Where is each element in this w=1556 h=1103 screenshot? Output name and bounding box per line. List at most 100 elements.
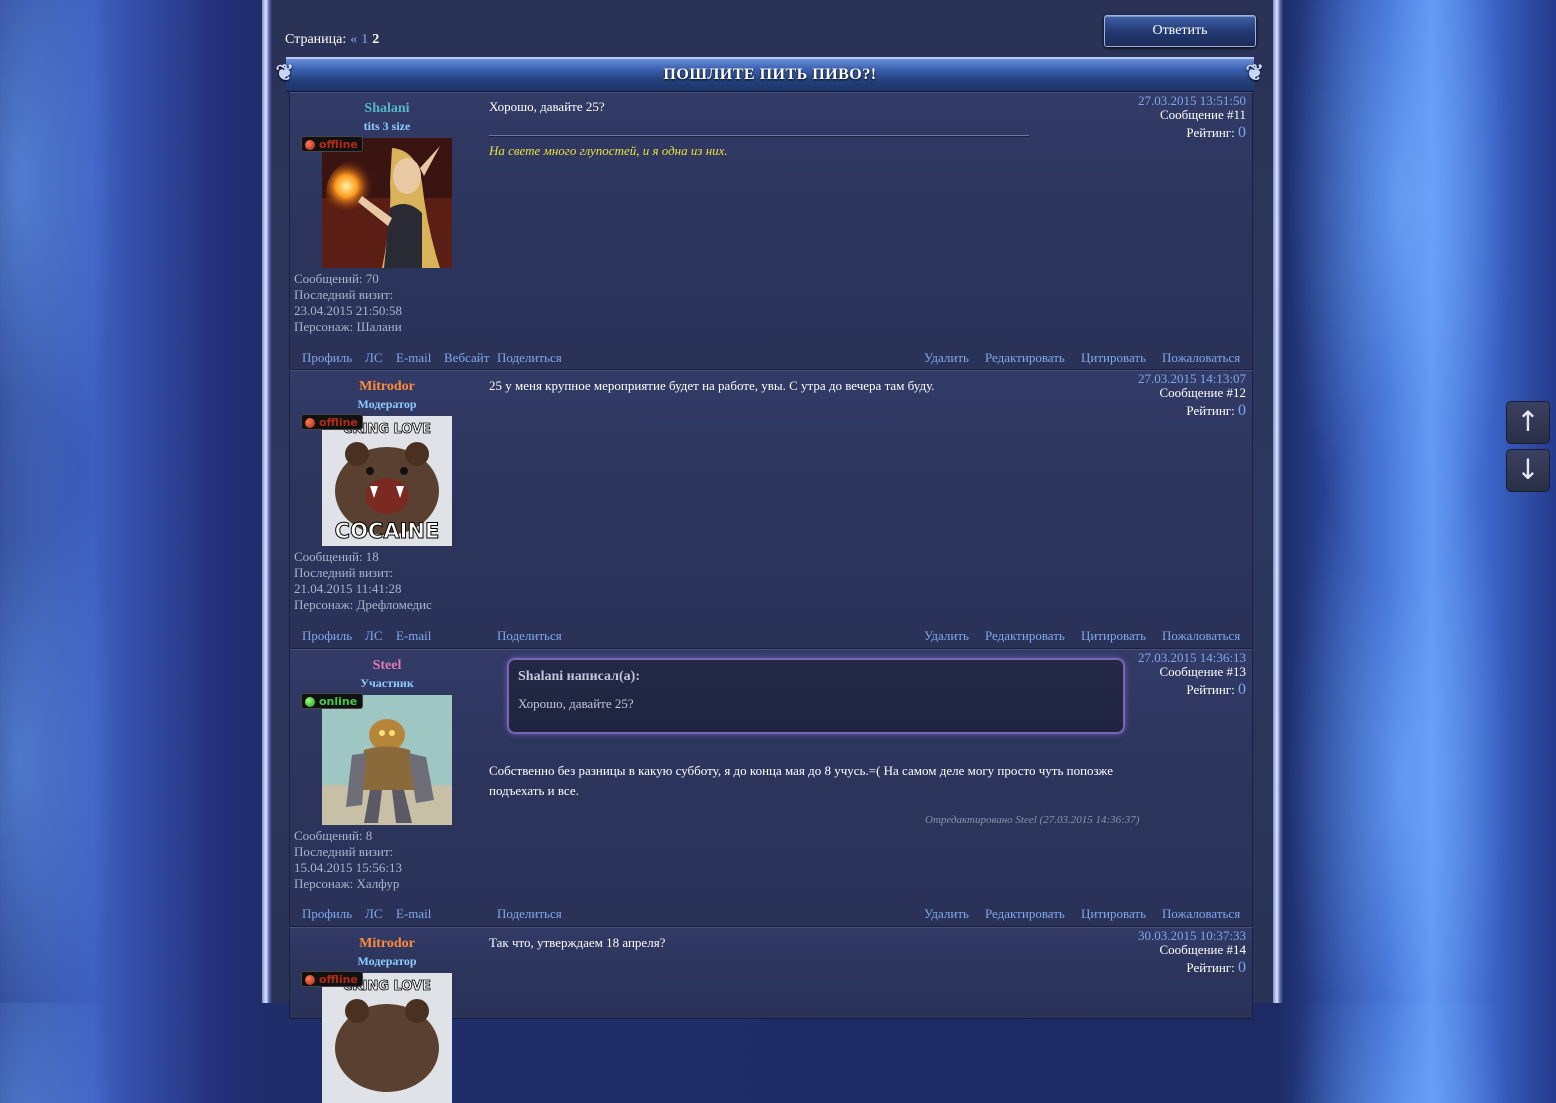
- post-text-line: подъехать и все.: [489, 783, 579, 798]
- author-stats: Сообщений: 8 Последний визит: 15.04.2015…: [294, 828, 402, 892]
- share-link[interactable]: Поделиться: [497, 350, 562, 366]
- rating-value[interactable]: 0: [1238, 402, 1246, 419]
- avatar: offline: [301, 136, 452, 268]
- prev-page-link[interactable]: «: [350, 32, 357, 47]
- post-meta: 27.03.2015 14:13:07 Сообщение #12 Рейтин…: [1138, 372, 1247, 419]
- author-rank: Модератор: [357, 954, 417, 968]
- profile-link[interactable]: Профиль: [302, 906, 352, 922]
- email-link[interactable]: E-mail: [396, 906, 431, 922]
- scroll-down-button[interactable]: ↓: [1506, 449, 1550, 492]
- bear-meme-icon: CKING LOVE: [322, 973, 452, 1103]
- rating-label: Рейтинг:: [1186, 403, 1235, 418]
- website-link[interactable]: Вебсайт: [444, 350, 489, 366]
- post-text: 25 у меня крупное мероприятие будет на р…: [489, 378, 935, 393]
- ornament-right-icon: ❦: [1245, 60, 1265, 85]
- post: Shalani tits 3 size offline Сообщений: 7…: [289, 92, 1253, 370]
- edit-link[interactable]: Редактировать: [985, 350, 1065, 366]
- offline-status-badge: offline: [301, 414, 363, 430]
- author-name[interactable]: Mitrodor: [290, 936, 484, 952]
- post-rating: Рейтинг: 0: [1138, 959, 1246, 976]
- post: Mitrodor Модератор CKING LOVE COCAINE of…: [289, 370, 1253, 649]
- author-name[interactable]: Shalani: [290, 101, 484, 117]
- post-rating: Рейтинг: 0: [1138, 402, 1246, 419]
- author-stats: Сообщений: 70 Последний визит: 23.04.201…: [294, 271, 402, 335]
- pagination-label: Страница:: [285, 32, 347, 47]
- author-message-count: Сообщений: 70: [294, 271, 379, 286]
- current-page: 2: [372, 32, 380, 47]
- page-1-link[interactable]: 1: [361, 32, 368, 47]
- ornament-left-icon: ❦: [275, 60, 295, 85]
- post-meta: 27.03.2015 13:51:50 Сообщение #11 Рейтин…: [1138, 94, 1246, 141]
- quote-block: Shalani написал(а): Хорошо, давайте 25?: [507, 658, 1125, 734]
- post-number: Сообщение #13: [1159, 664, 1247, 679]
- rating-label: Рейтинг:: [1186, 125, 1235, 140]
- post-number: Сообщение #12: [1159, 385, 1247, 400]
- post-meta: 27.03.2015 14:36:13 Сообщение #13 Рейтин…: [1138, 651, 1247, 698]
- right-frame-border: [1273, 0, 1283, 1003]
- email-link[interactable]: E-mail: [396, 350, 431, 366]
- report-link[interactable]: Пожаловаться: [1162, 906, 1240, 922]
- post-rating: Рейтинг: 0: [1138, 681, 1246, 698]
- post-date[interactable]: 27.03.2015 14:36:13: [1138, 651, 1246, 665]
- last-visit-value: 23.04.2015 21:50:58: [294, 303, 402, 318]
- quote-link[interactable]: Цитировать: [1081, 350, 1146, 366]
- delete-link[interactable]: Удалить: [924, 350, 969, 366]
- rating-value[interactable]: 0: [1238, 959, 1246, 976]
- offline-status-badge: offline: [301, 136, 363, 152]
- last-visit-value: 21.04.2015 11:41:28: [294, 581, 402, 596]
- post-date[interactable]: 27.03.2015 14:13:07: [1138, 372, 1246, 386]
- post-text: Хорошо, давайте 25?: [489, 99, 605, 114]
- author-rank: Участник: [360, 676, 414, 690]
- post-number: Сообщение #14: [1159, 942, 1247, 957]
- report-link[interactable]: Пожаловаться: [1162, 628, 1240, 644]
- author-stats: Сообщений: 18 Последний визит: 21.04.201…: [294, 549, 432, 613]
- author-name[interactable]: Mitrodor: [290, 379, 484, 395]
- pm-link[interactable]: ЛС: [365, 350, 383, 366]
- online-status-badge: online: [301, 693, 363, 709]
- pagination: Страница: « 1 2: [285, 32, 379, 48]
- delete-link[interactable]: Удалить: [924, 906, 969, 922]
- post-author-panel: Shalani tits 3 size offline: [290, 93, 484, 268]
- topic-title-bar: ❦ ПОШЛИТЕ ПИТЬ ПИВО?! ❦: [276, 57, 1264, 92]
- author-character: Персонаж: Шалани: [294, 319, 402, 334]
- post-actions: Профиль ЛС E-mail Поделиться Удалить Ред…: [290, 906, 1254, 926]
- email-link[interactable]: E-mail: [396, 628, 431, 644]
- avatar: online: [301, 693, 452, 825]
- post-author-panel: Steel Участник online: [290, 650, 484, 825]
- edit-link[interactable]: Редактировать: [985, 906, 1065, 922]
- post-rating: Рейтинг: 0: [1138, 124, 1246, 141]
- post-number: Сообщение #11: [1159, 107, 1246, 122]
- report-link[interactable]: Пожаловаться: [1162, 350, 1240, 366]
- rating-value[interactable]: 0: [1238, 124, 1246, 141]
- quote-text: Хорошо, давайте 25?: [518, 696, 634, 711]
- post-date[interactable]: 30.03.2015 10:37:33: [1138, 929, 1246, 943]
- profile-link[interactable]: Профиль: [302, 628, 352, 644]
- elf-mage-icon: [322, 138, 452, 268]
- share-link[interactable]: Поделиться: [497, 906, 562, 922]
- profile-link[interactable]: Профиль: [302, 350, 352, 366]
- quote-header: Shalani написал(а):: [518, 669, 641, 684]
- bear-meme-icon: CKING LOVE COCAINE: [322, 416, 452, 546]
- author-name[interactable]: Steel: [290, 658, 484, 674]
- post-date[interactable]: 27.03.2015 13:51:50: [1138, 94, 1246, 108]
- quote-link[interactable]: Цитировать: [1081, 906, 1146, 922]
- edit-link[interactable]: Редактировать: [985, 628, 1065, 644]
- pm-link[interactable]: ЛС: [365, 906, 383, 922]
- delete-link[interactable]: Удалить: [924, 628, 969, 644]
- author-message-count: Сообщений: 18: [294, 549, 379, 564]
- share-link[interactable]: Поделиться: [497, 628, 562, 644]
- rating-value[interactable]: 0: [1238, 681, 1246, 698]
- author-character: Персонаж: Халфур: [294, 876, 400, 891]
- topic-title: ПОШЛИТЕ ПИТЬ ПИВО?!: [663, 66, 877, 83]
- post-actions: Профиль ЛС E-mail Вебсайт Поделиться Уда…: [290, 350, 1254, 370]
- last-visit-label: Последний визит:: [294, 844, 394, 859]
- post-text: Собственно без разницы в какую субботу, …: [489, 761, 1113, 801]
- post-list: Shalani tits 3 size offline Сообщений: 7…: [289, 92, 1254, 1103]
- last-visit-label: Последний визит:: [294, 287, 394, 302]
- author-message-count: Сообщений: 8: [294, 828, 373, 843]
- reply-button[interactable]: Ответить: [1104, 15, 1256, 47]
- scroll-up-button[interactable]: ↑: [1506, 401, 1550, 444]
- avatar-caption-bottom: COCAINE: [335, 519, 440, 543]
- quote-link[interactable]: Цитировать: [1081, 628, 1146, 644]
- pm-link[interactable]: ЛС: [365, 628, 383, 644]
